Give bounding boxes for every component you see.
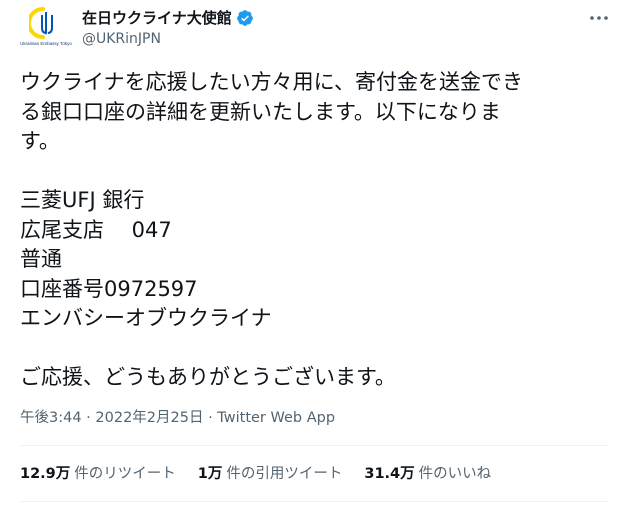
divider <box>20 445 608 446</box>
author-display-name[interactable]: 在日ウクライナ大使館 <box>82 8 254 28</box>
tweet-card: Ukrainian Embassy Tokyo 在日ウクライナ大使館 @UKRi… <box>0 0 630 505</box>
avatar[interactable]: Ukrainian Embassy Tokyo <box>20 6 72 58</box>
tweet-line: ご応援、どうもありがとうございます。 <box>20 365 396 389</box>
tweet-timestamp-link[interactable]: 午後3:44 · 2022年2月25日 <box>20 410 203 426</box>
tweet-text: ウクライナを応援したい方々用に、寄付金を送金でき る銀口口座の詳細を更新いたしま… <box>20 68 590 393</box>
tweet-source-link[interactable]: Twitter Web App <box>217 410 335 426</box>
author-handle[interactable]: @UKRinJPN <box>82 30 161 48</box>
tweet-date: 2022年2月25日 <box>95 410 204 426</box>
tweet-line: 三菱UFJ 銀行 <box>20 188 145 212</box>
tweet-line: 広尾支店 047 <box>20 217 172 242</box>
quote-count-label: 件の引用ツイート <box>226 466 343 482</box>
tweet-stats: 12.9万 件のリツイート 1万 件の引用ツイート 31.4万 件のいいね <box>20 463 513 485</box>
tweet-line: ウクライナを応援したい方々用に、寄付金を送金でき <box>20 70 523 94</box>
tweet-line: エンバシーオブウクライナ <box>20 306 272 330</box>
divider <box>20 501 608 502</box>
tweet-line: す。 <box>20 129 60 153</box>
tweet-line: 口座番号0972597 <box>20 276 198 301</box>
like-count-value: 31.4万 <box>364 466 415 482</box>
quote-count-value: 1万 <box>197 466 223 482</box>
meta-separator: · <box>86 410 91 426</box>
tweet-line: る銀口口座の詳細を更新いたします。以下になりま <box>20 99 501 124</box>
quote-tweet-count[interactable]: 1万 件の引用ツイート <box>198 463 343 485</box>
avatar-caption: Ukrainian Embassy Tokyo <box>20 41 72 46</box>
meta-separator: · <box>208 410 213 426</box>
tweet-time: 午後3:44 <box>20 410 82 426</box>
retweet-count[interactable]: 12.9万 件のリツイート <box>20 463 176 485</box>
retweet-count-label: 件のリツイート <box>74 466 176 482</box>
like-count-label: 件のいいね <box>418 466 492 482</box>
verified-badge-icon <box>236 10 253 26</box>
more-options-icon[interactable] <box>588 10 610 26</box>
like-count[interactable]: 31.4万 件のいいね <box>364 463 491 485</box>
display-name-text: 在日ウクライナ大使館 <box>82 9 232 27</box>
tweet-meta: 午後3:44 · 2022年2月25日 · Twitter Web App <box>20 408 335 428</box>
retweet-count-value: 12.9万 <box>20 466 71 482</box>
tweet-line: 普通 <box>20 247 62 271</box>
ukraine-trident-logo <box>29 7 53 39</box>
